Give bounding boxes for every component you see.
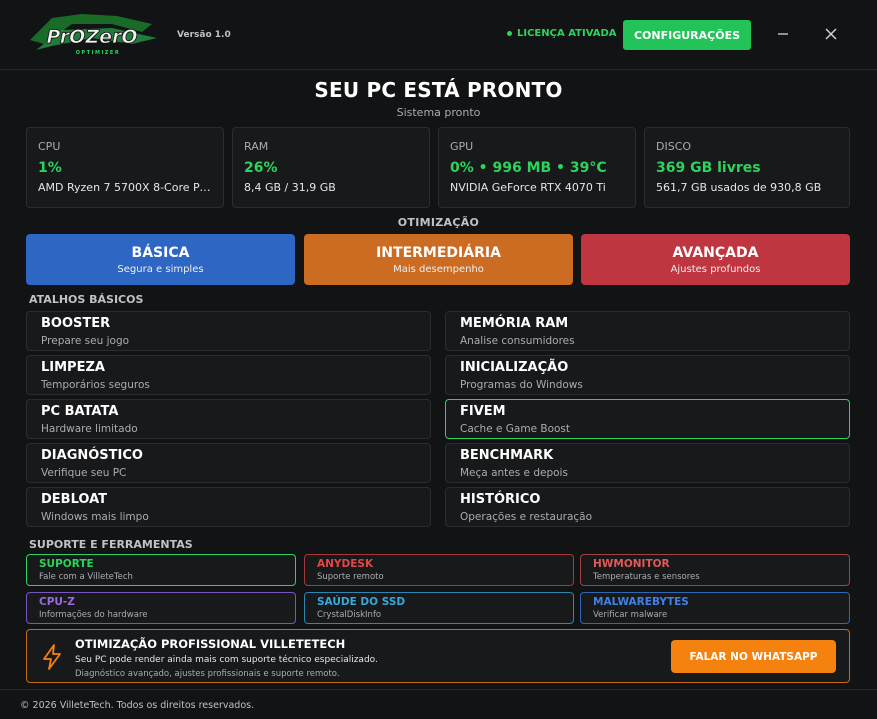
optimization-heading: OTIMIZAÇÃO bbox=[397, 216, 480, 229]
tool-subtitle: Suporte remoto bbox=[317, 572, 384, 582]
mode-title: BÁSICA bbox=[131, 244, 190, 261]
mode-subtitle: Ajustes profundos bbox=[670, 263, 761, 275]
shortcut-title: FIVEM bbox=[460, 404, 506, 419]
anydesk-button[interactable]: ANYDESK Suporte remoto bbox=[304, 554, 574, 586]
cpuz-button[interactable]: CPU-Z Informações do hardware bbox=[26, 592, 296, 624]
shortcut-fivem[interactable]: FIVEM Cache e Game Boost bbox=[445, 399, 850, 439]
stat-detail: 561,7 GB usados de 930,8 GB bbox=[656, 181, 822, 194]
stat-detail: AMD Ryzen 7 5700X 8-Core Processor bbox=[38, 181, 212, 194]
stat-label: DISCO bbox=[656, 140, 692, 153]
license-status: LICENÇA ATIVADA bbox=[507, 28, 617, 39]
optimize-basic-button[interactable]: BÁSICA Segura e simples bbox=[26, 234, 295, 285]
license-label: LICENÇA ATIVADA bbox=[517, 28, 617, 39]
svg-text:PrOZerO: PrOZerO bbox=[46, 26, 137, 48]
tool-subtitle: Verificar malware bbox=[593, 610, 668, 620]
shortcut-subtitle: Verifique seu PC bbox=[41, 467, 127, 479]
shortcut-history[interactable]: HISTÓRICO Operações e restauração bbox=[445, 487, 850, 527]
tool-subtitle: Temperaturas e sensores bbox=[593, 572, 700, 582]
optimize-advanced-button[interactable]: AVANÇADA Ajustes profundos bbox=[581, 234, 850, 285]
shortcut-benchmark[interactable]: BENCHMARK Meça antes e depois bbox=[445, 443, 850, 483]
tool-title: HWMONITOR bbox=[593, 558, 670, 570]
stat-value: 0% • 996 MB • 39°C bbox=[450, 160, 607, 176]
shortcut-title: BOOSTER bbox=[41, 316, 111, 331]
malwarebytes-button[interactable]: MALWAREBYTES Verificar malware bbox=[580, 592, 850, 624]
pro-optimization-banner: OTIMIZAÇÃO PROFISSIONAL VILLETETECH Seu … bbox=[26, 629, 850, 683]
stat-value: 1% bbox=[38, 160, 62, 176]
page-title: SEU PC ESTÁ PRONTO bbox=[314, 78, 563, 102]
tool-subtitle: Fale com a VilleteTech bbox=[39, 572, 133, 582]
stat-card-gpu: GPU 0% • 996 MB • 39°C NVIDIA GeForce RT… bbox=[438, 127, 636, 208]
shortcut-debloat[interactable]: DEBLOAT Windows mais limpo bbox=[26, 487, 431, 527]
shortcut-subtitle: Windows mais limpo bbox=[41, 511, 149, 523]
shortcut-booster[interactable]: BOOSTER Prepare seu jogo bbox=[26, 311, 431, 351]
shortcut-title: INICIALIZAÇÃO bbox=[460, 360, 569, 375]
support-button[interactable]: SUPORTE Fale com a VilleteTech bbox=[26, 554, 296, 586]
ssd-health-button[interactable]: SAÚDE DO SSD CrystalDiskInfo bbox=[304, 592, 574, 624]
tool-subtitle: Informações do hardware bbox=[39, 610, 148, 620]
mode-title: AVANÇADA bbox=[672, 244, 759, 261]
shortcut-subtitle: Prepare seu jogo bbox=[41, 335, 130, 347]
shortcut-subtitle: Cache e Game Boost bbox=[460, 423, 571, 435]
mode-subtitle: Segura e simples bbox=[117, 263, 204, 275]
shortcut-title: DIAGNÓSTICO bbox=[41, 448, 143, 463]
shortcut-subtitle: Temporários seguros bbox=[41, 379, 150, 391]
banner-text: Seu PC pode render ainda mais com suport… bbox=[75, 655, 378, 665]
svg-text:OPTIMIZER: OPTIMIZER bbox=[76, 50, 120, 56]
shortcut-title: DEBLOAT bbox=[41, 492, 108, 507]
mode-title: INTERMEDIÁRIA bbox=[376, 244, 501, 261]
shortcut-subtitle: Operações e restauração bbox=[460, 511, 593, 523]
shortcut-subtitle: Programas do Windows bbox=[460, 379, 583, 391]
shortcut-title: LIMPEZA bbox=[41, 360, 105, 375]
app-logo: PrOZerO OPTIMIZER bbox=[30, 14, 157, 56]
support-heading: SUPORTE E FERRAMENTAS bbox=[29, 538, 193, 551]
app-version: Versão 1.0 bbox=[177, 30, 231, 40]
shortcut-title: PC BATATA bbox=[41, 404, 119, 419]
shortcuts-heading: ATALHOS BÁSICOS bbox=[29, 293, 144, 306]
header-bar: PrOZerO OPTIMIZER Versão 1.0 LICENÇA ATI… bbox=[0, 0, 877, 70]
stat-value: 369 GB livres bbox=[656, 160, 761, 176]
tool-title: ANYDESK bbox=[317, 558, 374, 570]
shortcut-title: HISTÓRICO bbox=[460, 492, 541, 507]
tool-title: SAÚDE DO SSD bbox=[317, 596, 406, 608]
tool-title: CPU-Z bbox=[39, 596, 75, 608]
stat-card-disk: DISCO 369 GB livres 561,7 GB usados de 9… bbox=[644, 127, 850, 208]
shortcut-title: MEMÓRIA RAM bbox=[460, 316, 569, 331]
banner-subtext: Diagnóstico avançado, ajustes profission… bbox=[75, 669, 340, 679]
stat-label: CPU bbox=[38, 140, 61, 153]
shortcut-startup[interactable]: INICIALIZAÇÃO Programas do Windows bbox=[445, 355, 850, 395]
stat-card-ram: RAM 26% 8,4 GB / 31,9 GB bbox=[232, 127, 430, 208]
shortcut-subtitle: Meça antes e depois bbox=[460, 467, 568, 479]
shortcut-title: BENCHMARK bbox=[460, 448, 554, 463]
mode-subtitle: Mais desempenho bbox=[393, 263, 484, 275]
tool-title: MALWAREBYTES bbox=[593, 596, 689, 608]
close-icon[interactable] bbox=[819, 22, 843, 46]
bolt-icon bbox=[43, 644, 61, 670]
whatsapp-button[interactable]: FALAR NO WHATSAPP bbox=[671, 640, 836, 673]
shortcut-diagnostics[interactable]: DIAGNÓSTICO Verifique seu PC bbox=[26, 443, 431, 483]
minimize-icon[interactable] bbox=[771, 22, 795, 46]
page-subtitle: Sistema pronto bbox=[396, 106, 481, 119]
stat-card-cpu: CPU 1% AMD Ryzen 7 5700X 8-Core Processo… bbox=[26, 127, 224, 208]
shortcut-ram-memory[interactable]: MEMÓRIA RAM Analise consumidores bbox=[445, 311, 850, 351]
stat-value: 26% bbox=[244, 160, 278, 176]
tool-title: SUPORTE bbox=[39, 558, 94, 570]
footer-copyright: © 2026 VilleteTech. Todos os direitos re… bbox=[20, 700, 255, 711]
shortcut-subtitle: Hardware limitado bbox=[41, 423, 138, 435]
shortcut-potato-pc[interactable]: PC BATATA Hardware limitado bbox=[26, 399, 431, 439]
footer-divider bbox=[0, 689, 877, 690]
settings-button[interactable]: CONFIGURAÇÕES bbox=[623, 20, 751, 50]
optimize-intermediate-button[interactable]: INTERMEDIÁRIA Mais desempenho bbox=[304, 234, 573, 285]
tool-subtitle: CrystalDiskInfo bbox=[317, 610, 382, 620]
stat-detail: NVIDIA GeForce RTX 4070 Ti bbox=[450, 181, 606, 194]
hwmonitor-button[interactable]: HWMONITOR Temperaturas e sensores bbox=[580, 554, 850, 586]
banner-title: OTIMIZAÇÃO PROFISSIONAL VILLETETECH bbox=[75, 637, 346, 651]
stat-label: RAM bbox=[244, 140, 269, 153]
status-dot-icon bbox=[507, 31, 512, 36]
shortcut-subtitle: Analise consumidores bbox=[460, 335, 575, 347]
shortcut-cleanup[interactable]: LIMPEZA Temporários seguros bbox=[26, 355, 431, 395]
stat-detail: 8,4 GB / 31,9 GB bbox=[244, 181, 336, 194]
stat-label: GPU bbox=[450, 140, 474, 153]
